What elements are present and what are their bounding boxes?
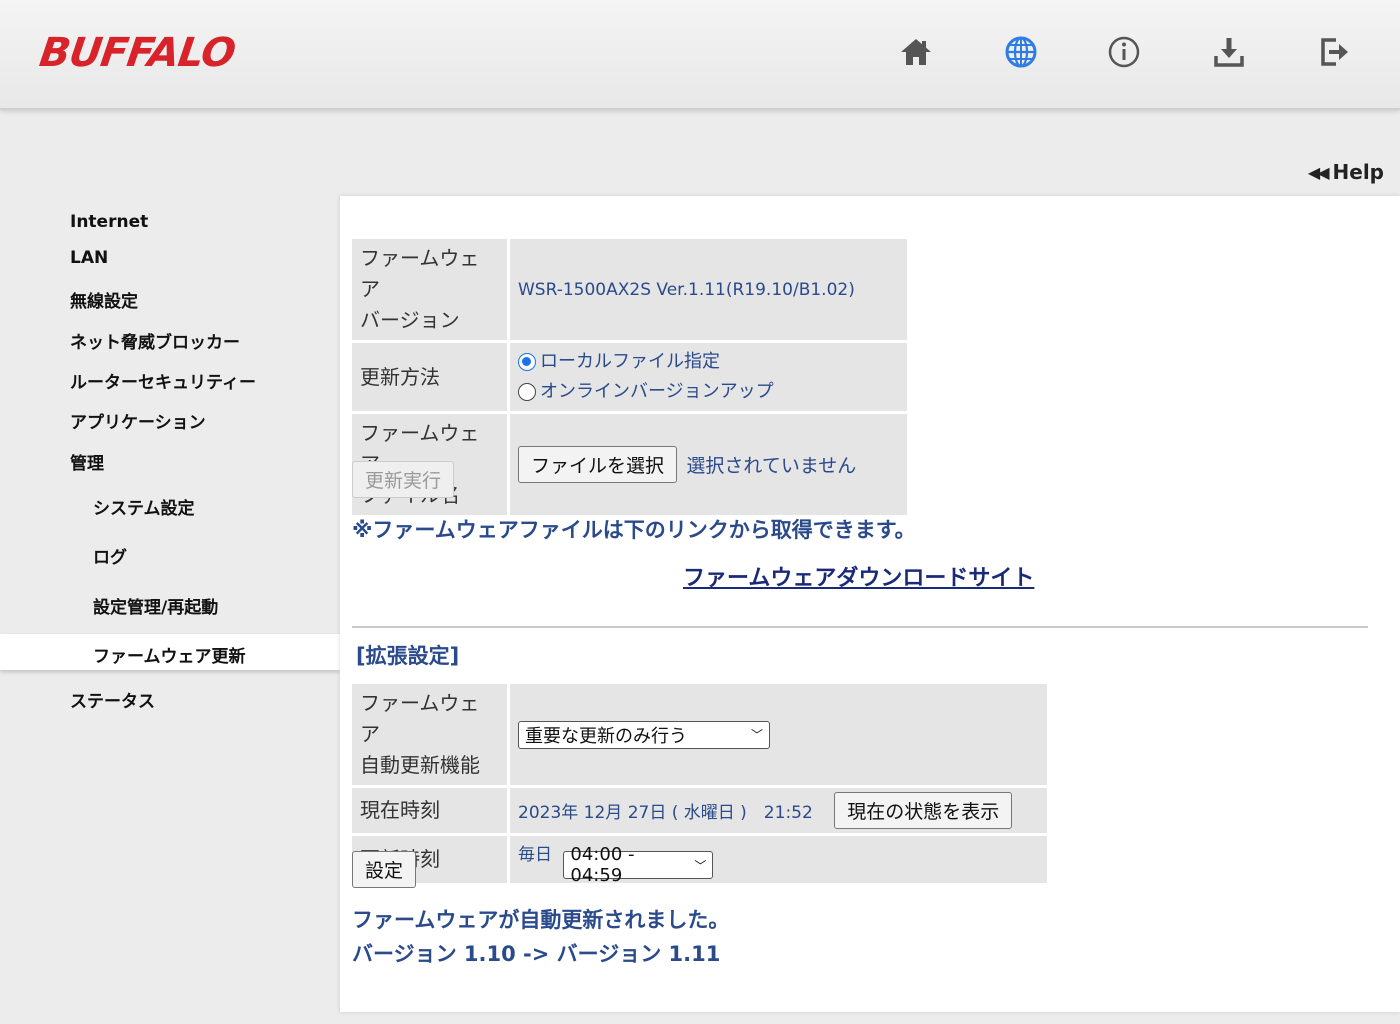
show-status-button[interactable]: 現在の状態を表示 xyxy=(834,792,1012,829)
radio-local[interactable]: ローカルファイル指定 xyxy=(518,347,899,377)
sidebar-item-wireless[interactable]: 無線設定 xyxy=(70,287,138,312)
chevron-down-icon: ﹀ xyxy=(751,726,763,743)
method-label: 更新方法 xyxy=(352,343,510,411)
auto-update-label: ファームウェア 自動更新機能 xyxy=(352,684,510,785)
download-icon[interactable] xyxy=(1207,30,1251,74)
extended-table: ファームウェア 自動更新機能 重要な更新のみ行う ﹀ 現在時刻 2023年 12… xyxy=(352,681,1047,886)
sidebar-item-status[interactable]: ステータス xyxy=(70,687,155,712)
home-icon[interactable] xyxy=(894,30,938,74)
sidebar-subitem-firmware-update[interactable]: ファームウェア更新 xyxy=(93,642,246,667)
extended-heading: [拡張設定] xyxy=(356,640,459,670)
buffalo-logo: BUFFALO xyxy=(37,30,238,76)
help-toggle[interactable]: ◀◀ Help xyxy=(1308,160,1384,184)
globe-icon[interactable] xyxy=(999,30,1043,74)
auto-update-message-2: バージョン 1.10 -> バージョン 1.11 xyxy=(352,938,720,968)
current-time-label: 現在時刻 xyxy=(352,788,510,833)
radio-online-button[interactable] xyxy=(518,383,536,401)
sidebar-subitem-log[interactable]: ログ xyxy=(93,543,127,568)
auto-update-select[interactable]: 重要な更新のみ行う ﹀ xyxy=(518,721,770,749)
help-label: Help xyxy=(1333,160,1384,184)
radio-local-button[interactable] xyxy=(518,353,536,371)
radio-online[interactable]: オンラインバージョンアップ xyxy=(518,377,899,407)
version-label: ファームウェア バージョン xyxy=(352,239,510,340)
execute-update-button[interactable]: 更新実行 xyxy=(352,461,454,498)
update-time-prefix: 毎日 xyxy=(518,845,552,865)
current-time-value: 2023年 12月 27日 ( 水曜日 ) 21:52 xyxy=(518,803,813,823)
sidebar-subitem-system[interactable]: システム設定 xyxy=(93,494,195,519)
set-button[interactable]: 設定 xyxy=(352,851,416,888)
chevron-down-icon: ﹀ xyxy=(694,857,706,874)
update-time-select[interactable]: 04:00 - 04:59 ﹀ xyxy=(563,851,713,879)
choose-file-button[interactable]: ファイルを選択 xyxy=(518,446,677,483)
sidebar-item-internet[interactable]: Internet xyxy=(70,212,148,232)
sidebar-item-application[interactable]: アプリケーション xyxy=(70,408,206,433)
firmware-note: ※ファームウェアファイルは下のリンクから取得できます。 xyxy=(352,514,916,544)
header: BUFFALO xyxy=(0,0,1400,110)
sidebar-item-admin[interactable]: 管理 xyxy=(70,449,104,474)
sidebar-subitem-config-reboot[interactable]: 設定管理/再起動 xyxy=(93,593,218,618)
sidebar-item-lan[interactable]: LAN xyxy=(70,248,108,268)
version-value: WSR-1500AX2S Ver.1.11(R19.10/B1.02) xyxy=(510,239,907,340)
section-divider xyxy=(352,626,1368,628)
firmware-download-link[interactable]: ファームウェアダウンロードサイト xyxy=(683,560,1034,592)
sidebar-item-threat-blocker[interactable]: ネット脅威ブロッカー xyxy=(70,328,240,353)
auto-update-message-1: ファームウェアが自動更新されました。 xyxy=(352,904,729,934)
file-status: 選択されていません xyxy=(686,455,856,477)
sidebar-item-router-security[interactable]: ルーターセキュリティー xyxy=(70,368,256,393)
info-icon[interactable] xyxy=(1102,30,1146,74)
double-left-arrow-icon: ◀◀ xyxy=(1308,163,1327,182)
logout-icon[interactable] xyxy=(1312,30,1356,74)
